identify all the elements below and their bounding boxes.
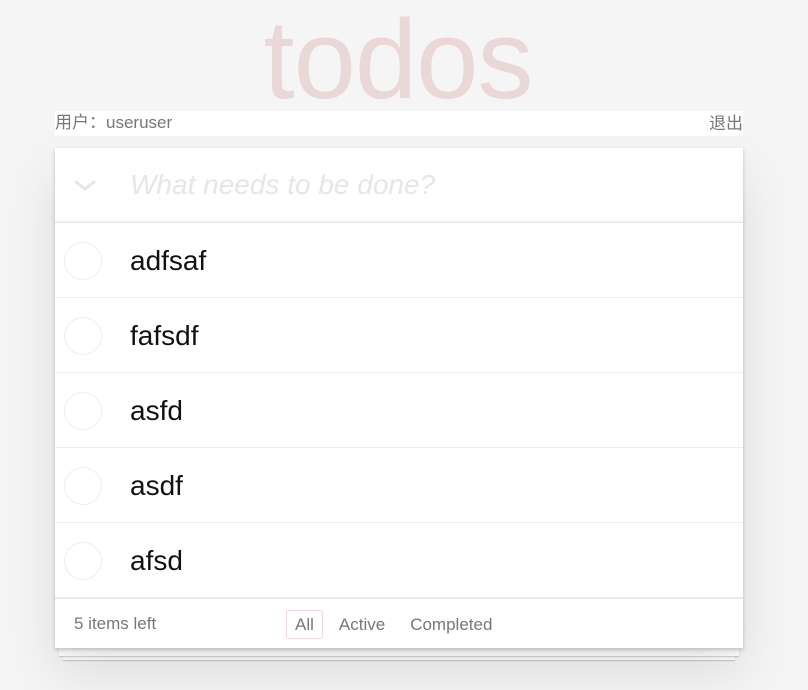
new-todo-input[interactable]: [115, 160, 735, 210]
todo-header: [55, 148, 743, 223]
toggle-all-button[interactable]: [65, 166, 105, 206]
filter-active[interactable]: Active: [330, 610, 394, 639]
todo-toggle-checkbox[interactable]: [64, 392, 102, 430]
filter-all[interactable]: All: [286, 610, 323, 639]
todo-item[interactable]: fafsdf: [55, 298, 743, 373]
todo-toggle-checkbox[interactable]: [64, 542, 102, 580]
todo-item[interactable]: asfd: [55, 373, 743, 448]
todo-toggle-checkbox[interactable]: [64, 242, 102, 280]
todo-toggle-checkbox[interactable]: [64, 317, 102, 355]
todo-list: adfsaf fafsdf asfd asdf afsd: [55, 223, 743, 598]
todo-label: fafsdf: [130, 320, 199, 351]
todo-toggle-checkbox[interactable]: [64, 467, 102, 505]
todo-item[interactable]: asdf: [55, 448, 743, 523]
app-title: todos: [263, 0, 534, 122]
filter-completed[interactable]: Completed: [401, 610, 501, 639]
todo-item[interactable]: afsd: [55, 523, 743, 598]
user-bar: 用户：useruser 退出: [55, 111, 743, 136]
todo-label: asfd: [130, 395, 183, 426]
todo-label: afsd: [130, 545, 183, 576]
todo-label: asdf: [130, 470, 183, 501]
chevron-down-icon: [74, 180, 96, 191]
todo-item[interactable]: adfsaf: [55, 223, 743, 298]
stack-decoration: [59, 648, 739, 656]
filters: All Active Completed: [286, 610, 501, 639]
todo-footer: 5 items left All Active Completed: [55, 598, 743, 648]
todo-label: adfsaf: [130, 245, 207, 276]
items-left-count: 5 items left: [74, 614, 157, 633]
logout-link[interactable]: 退出: [709, 112, 743, 136]
todo-app: adfsaf fafsdf asfd asdf afsd 5 items lef…: [55, 148, 743, 648]
user-label: 用户：useruser: [55, 113, 173, 132]
